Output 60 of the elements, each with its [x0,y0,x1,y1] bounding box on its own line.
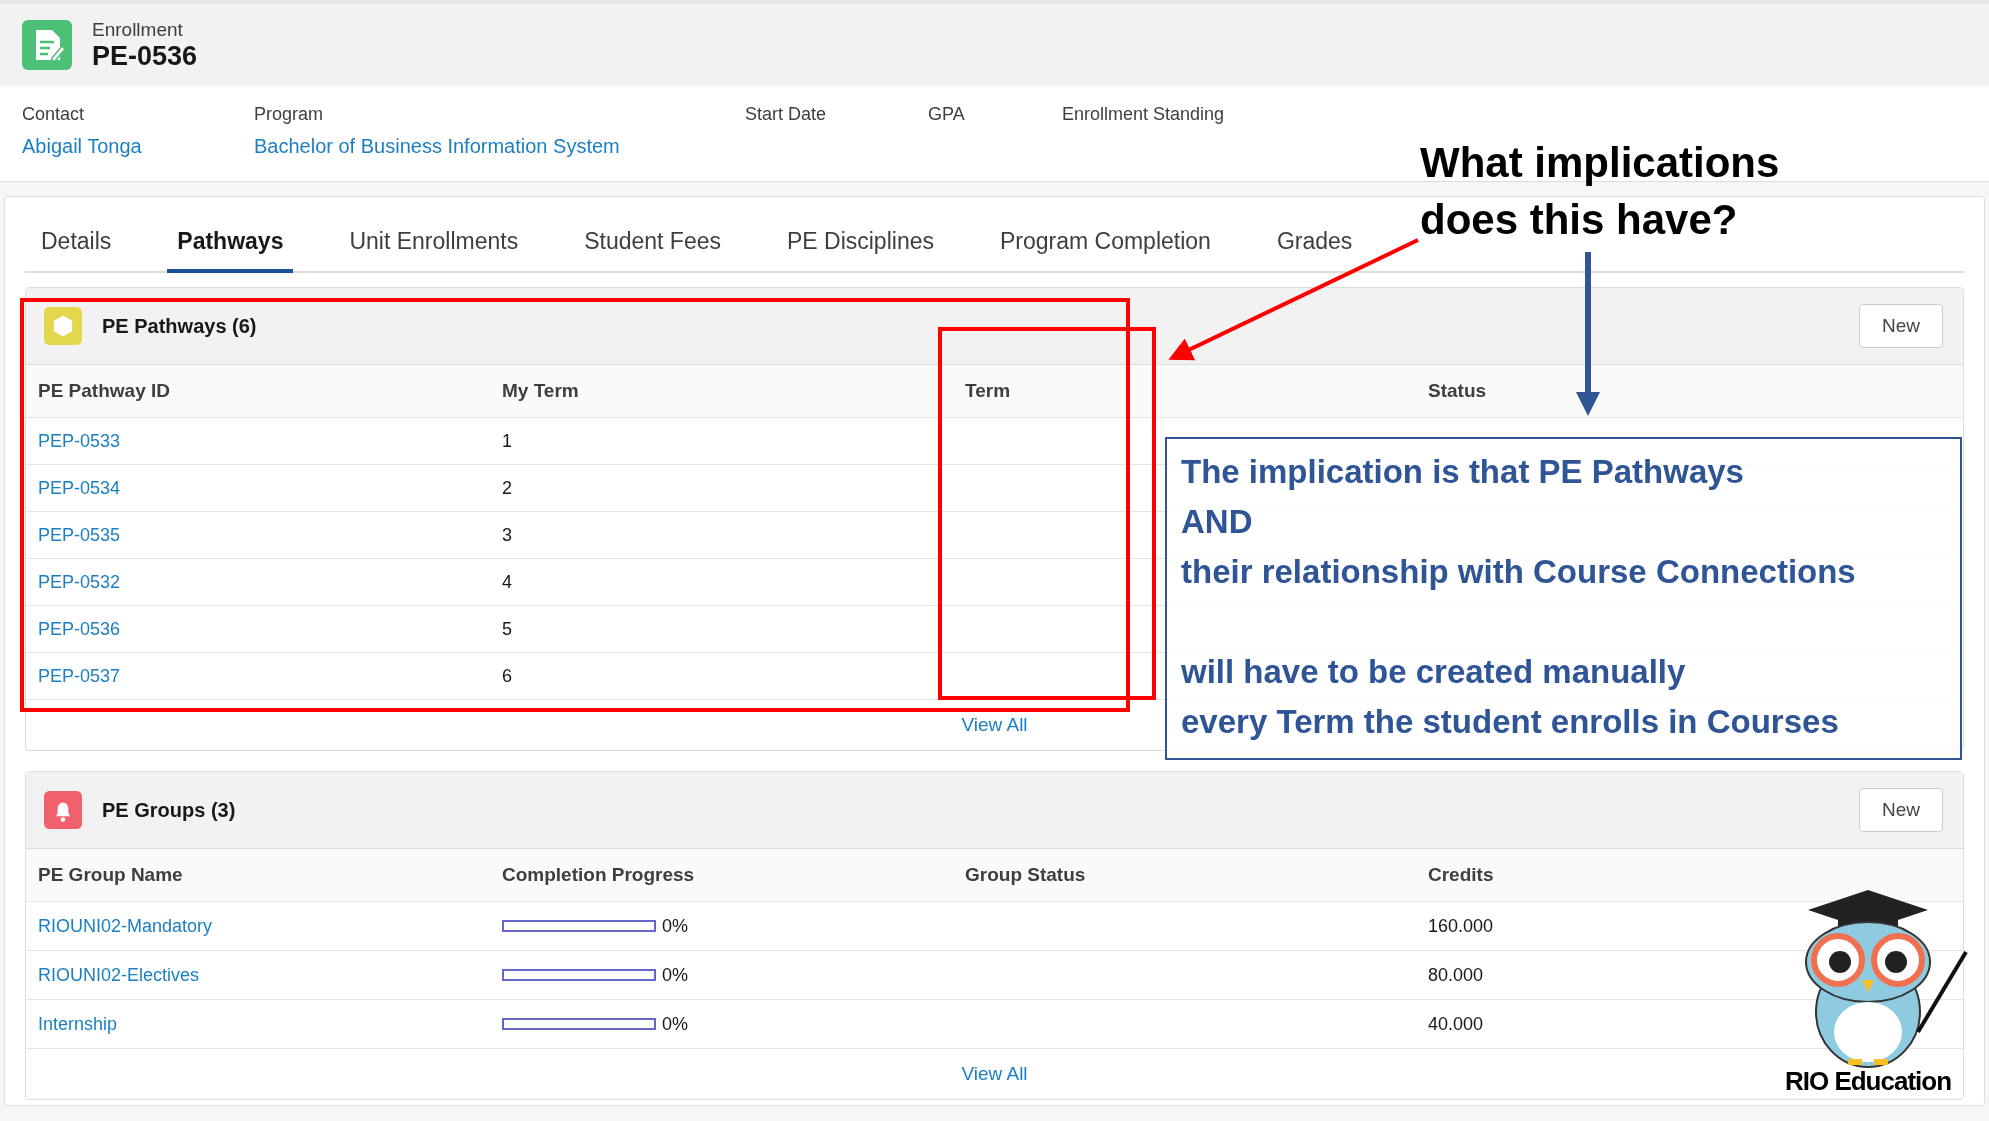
field-link[interactable]: Bachelor of Business Information System [254,135,745,158]
tab[interactable]: Grades [1266,228,1363,273]
column-header: Group Status [965,864,1087,886]
record-link[interactable]: RIOUNI02-Electives [38,964,502,986]
record-link[interactable]: PEP-0533 [38,430,502,452]
callout-text: their relationship with Course Connections [1181,552,1856,592]
document-edit-icon [22,20,72,70]
callout-text: every Term the student enrolls in Courses [1181,702,1839,742]
record-link[interactable]: Internship [38,1013,502,1035]
tab[interactable]: Student Fees [574,228,731,273]
progress-label: 0% [662,1013,688,1035]
logo-text: RIO Education [1784,1066,1952,1097]
field-label: GPA [928,104,966,125]
column-header: Status [1428,380,1488,402]
record-name: PE-0536 [92,40,198,72]
record-link[interactable]: PEP-0537 [38,665,502,687]
record-link[interactable]: PEP-0535 [38,524,502,546]
view-all-link[interactable]: View All [961,714,1028,736]
callout-text: will have to be created manually [1181,652,1686,692]
record-link[interactable]: PEP-0532 [38,571,502,593]
table-cell-text: 4 [502,571,513,593]
tab[interactable]: Pathways [167,228,294,273]
field-label: Enrollment Standing [1062,104,1226,125]
tab[interactable]: PE Disciplines [776,228,944,273]
tab[interactable]: Unit Enrollments [339,228,529,273]
column-header: My Term [502,380,580,402]
column-header: Term [965,380,1012,402]
table-cell-text: 2 [502,477,513,499]
progress-label: 0% [662,915,688,937]
field-link[interactable]: Abigail Tonga [22,135,254,158]
tab[interactable]: Program Completion [989,228,1221,273]
field-label: Program [254,104,325,125]
card-title: PE Pathways (6) [102,314,257,338]
new-button[interactable]: New [1859,788,1943,832]
callout-text: The implication is that PE Pathways [1181,452,1744,492]
record-link[interactable]: RIOUNI02-Mandatory [38,915,502,937]
view-all-link[interactable]: View All [961,1063,1028,1085]
table-cell-text: 160.000 [1428,915,1495,937]
column-header: Completion Progress [502,864,696,886]
table-cell-text: 6 [502,665,513,687]
table-cell-text: 1 [502,430,513,452]
annotation-question: What implications does this have? [1420,138,1781,245]
column-header: Credits [1428,864,1495,886]
column-header: PE Group Name [38,864,184,886]
callout-text: AND [1181,502,1253,542]
table-cell-text: 40.000 [1428,1013,1485,1035]
new-button[interactable]: New [1859,304,1943,348]
column-header: PE Pathway ID [38,380,171,402]
table-cell-text: 5 [502,618,513,640]
field-label: Contact [22,104,86,125]
field-label: Start Date [745,104,828,125]
record-link[interactable]: PEP-0534 [38,477,502,499]
record-link[interactable]: PEP-0536 [38,618,502,640]
tab[interactable]: Details [31,228,122,273]
progress-label: 0% [662,964,688,986]
table-cell-text: 80.000 [1428,964,1485,986]
table-cell-text: 3 [502,524,513,546]
card-title: PE Groups (3) [102,798,236,822]
object-label: Enrollment [92,18,184,41]
bell-icon [44,791,82,829]
